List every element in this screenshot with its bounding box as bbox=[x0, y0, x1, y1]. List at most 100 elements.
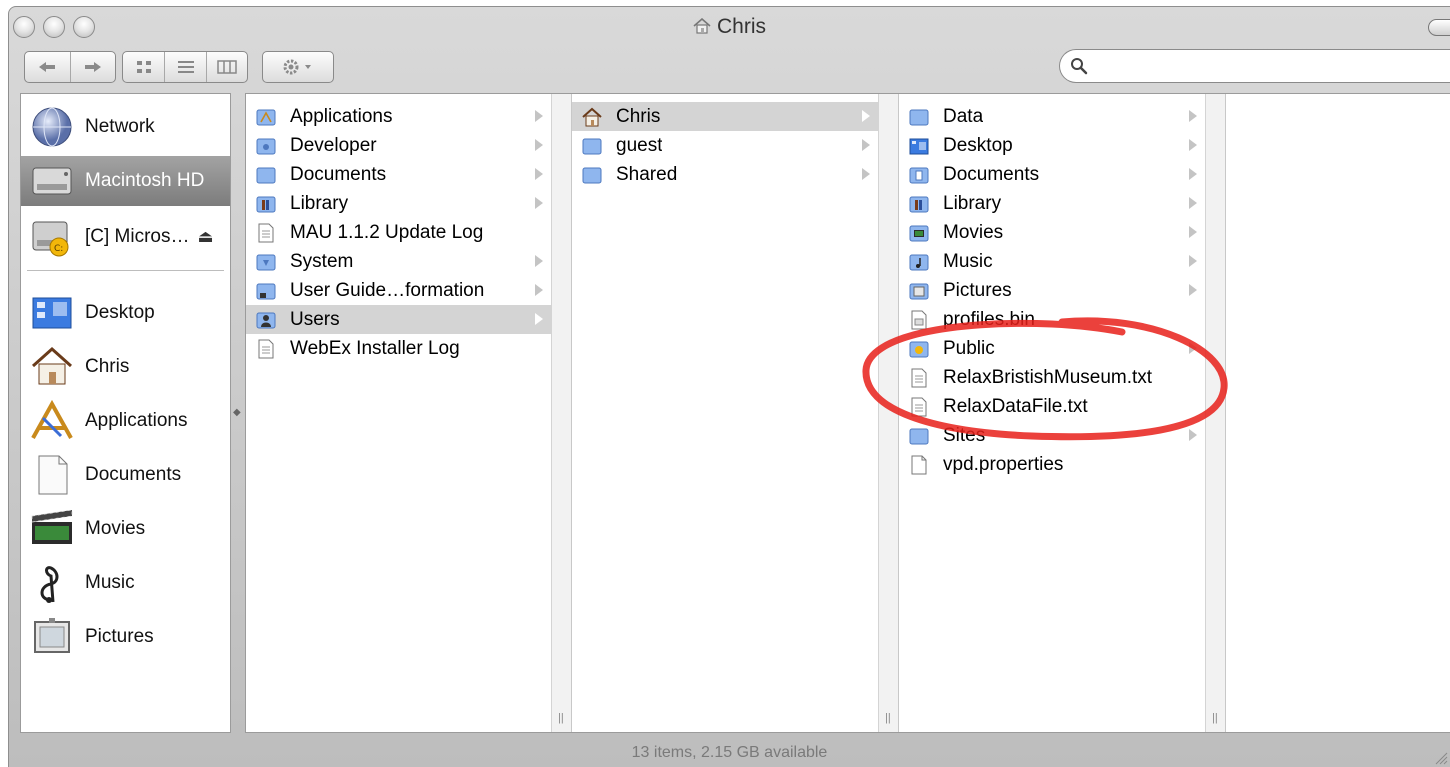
column-2: Chris guest Shared || bbox=[572, 94, 899, 732]
list-item-selected[interactable]: Users bbox=[246, 305, 551, 334]
blank-file-icon bbox=[911, 455, 927, 474]
forward-arrow-icon[interactable] bbox=[69, 52, 115, 82]
column-view-icon[interactable] bbox=[205, 52, 247, 82]
pictures-icon bbox=[34, 618, 70, 653]
search-field[interactable] bbox=[1059, 49, 1450, 83]
folder-icon bbox=[256, 167, 276, 183]
list-item[interactable]: RelaxDataFile.txt bbox=[899, 392, 1205, 421]
home-icon bbox=[582, 107, 602, 126]
list-item[interactable]: User Guide…formation bbox=[246, 276, 551, 305]
sidebar-item-applications[interactable]: Applications bbox=[21, 396, 230, 446]
sidebar-item-label: Movies bbox=[85, 518, 146, 539]
list-item[interactable]: guest bbox=[572, 131, 878, 160]
action-menu-button[interactable] bbox=[262, 51, 334, 83]
eject-icon[interactable]: ⏏ bbox=[198, 227, 214, 247]
list-item-selected[interactable]: Chris bbox=[572, 102, 878, 131]
disclosure-arrow-icon bbox=[862, 110, 870, 122]
sidebar: Network Macintosh HD C: [C] Micros… ⏏ De… bbox=[20, 93, 231, 733]
column-resize-handle[interactable]: || bbox=[1205, 94, 1225, 732]
disclosure-arrow-icon bbox=[535, 313, 543, 325]
disclosure-arrow-icon bbox=[862, 168, 870, 180]
hard-drive-icon bbox=[32, 167, 72, 195]
list-item[interactable]: Documents bbox=[899, 160, 1205, 189]
list-item[interactable]: Applications bbox=[246, 102, 551, 131]
disclosure-arrow-icon bbox=[1189, 197, 1197, 209]
sidebar-item-label: Network bbox=[85, 116, 155, 137]
applications-icon bbox=[31, 399, 73, 439]
globe-icon bbox=[32, 107, 72, 147]
list-item[interactable]: Music bbox=[899, 247, 1205, 276]
folder-icon bbox=[909, 109, 929, 125]
sidebar-item-movies[interactable]: Movies bbox=[21, 504, 230, 554]
sidebar-item-label: [C] Micros… bbox=[85, 226, 190, 247]
list-item[interactable]: profiles.bin bbox=[899, 305, 1205, 334]
music-folder-icon bbox=[909, 254, 929, 270]
list-item[interactable]: Shared bbox=[572, 160, 878, 189]
disclosure-arrow-icon bbox=[1189, 429, 1197, 441]
binary-file-icon bbox=[911, 310, 927, 329]
disclosure-arrow-icon bbox=[1189, 284, 1197, 296]
home-icon bbox=[31, 346, 73, 385]
title-bar: Chris bbox=[9, 7, 1450, 43]
sidebar-splitter[interactable]: ◆ bbox=[233, 407, 241, 421]
text-file-icon bbox=[911, 397, 927, 416]
sidebar-item-label: Documents bbox=[85, 464, 182, 485]
disclosure-arrow-icon bbox=[1189, 139, 1197, 151]
list-item[interactable]: Documents bbox=[246, 160, 551, 189]
sidebar-item-network[interactable]: Network bbox=[21, 102, 230, 152]
text-file-icon bbox=[258, 339, 274, 358]
back-arrow-icon[interactable] bbox=[25, 52, 70, 82]
sidebar-item-c-microsoft[interactable]: C: [C] Micros… ⏏ bbox=[21, 212, 230, 262]
folder-icon bbox=[909, 428, 929, 444]
disclosure-arrow-icon bbox=[535, 284, 543, 296]
list-item[interactable]: vpd.properties bbox=[899, 450, 1205, 479]
view-mode-buttons bbox=[122, 51, 248, 83]
list-item[interactable]: Library bbox=[246, 189, 551, 218]
disclosure-arrow-icon bbox=[1189, 226, 1197, 238]
sidebar-item-desktop[interactable]: Desktop bbox=[21, 288, 230, 338]
list-item[interactable]: WebEx Installer Log bbox=[246, 334, 551, 363]
sidebar-item-label: Chris bbox=[85, 356, 130, 377]
list-item[interactable]: Movies bbox=[899, 218, 1205, 247]
sidebar-item-label: Music bbox=[85, 572, 135, 593]
sidebar-item-macintosh-hd[interactable]: Macintosh HD bbox=[21, 156, 230, 206]
sidebar-item-label: Applications bbox=[85, 410, 188, 431]
disclosure-arrow-icon bbox=[1189, 342, 1197, 354]
sidebar-item-documents[interactable]: Documents bbox=[21, 450, 230, 500]
column-3: Data Desktop Documents Library Movies Mu… bbox=[899, 94, 1226, 732]
disclosure-arrow-icon bbox=[535, 168, 543, 180]
list-item[interactable]: MAU 1.1.2 Update Log bbox=[246, 218, 551, 247]
documents-folder-icon bbox=[909, 167, 929, 183]
list-item[interactable]: Sites bbox=[899, 421, 1205, 450]
folder-icon bbox=[256, 283, 276, 299]
resize-grip-icon[interactable] bbox=[1434, 751, 1448, 765]
toolbar-toggle-button[interactable] bbox=[1428, 19, 1450, 36]
column-resize-handle[interactable]: || bbox=[551, 94, 571, 732]
icon-view-icon[interactable] bbox=[123, 52, 164, 82]
list-item[interactable]: System bbox=[246, 247, 551, 276]
list-item[interactable]: Public bbox=[899, 334, 1205, 363]
list-item[interactable]: Developer bbox=[246, 131, 551, 160]
public-folder-icon bbox=[909, 341, 929, 357]
list-item[interactable]: Library bbox=[899, 189, 1205, 218]
window-title: Chris bbox=[9, 15, 1450, 39]
folder-icon bbox=[256, 254, 276, 270]
users-folder-icon bbox=[256, 312, 276, 328]
list-view-icon[interactable] bbox=[164, 52, 205, 82]
navigation-buttons bbox=[24, 51, 116, 83]
disclosure-arrow-icon bbox=[862, 139, 870, 151]
movies-folder-icon bbox=[909, 225, 929, 241]
sidebar-item-music[interactable]: Music bbox=[21, 558, 230, 608]
list-item[interactable]: RelaxBristishMuseum.txt bbox=[899, 363, 1205, 392]
movies-icon bbox=[31, 509, 73, 544]
list-item[interactable]: Desktop bbox=[899, 131, 1205, 160]
text-file-icon bbox=[258, 223, 274, 242]
list-item[interactable]: Data bbox=[899, 102, 1205, 131]
text-file-icon bbox=[911, 368, 927, 387]
list-item[interactable]: Pictures bbox=[899, 276, 1205, 305]
column-resize-handle[interactable]: || bbox=[878, 94, 898, 732]
column-1: Applications Developer Documents Library… bbox=[246, 94, 572, 732]
library-folder-icon bbox=[909, 196, 929, 212]
sidebar-item-chris[interactable]: Chris bbox=[21, 342, 230, 392]
sidebar-item-pictures[interactable]: Pictures bbox=[21, 612, 230, 662]
